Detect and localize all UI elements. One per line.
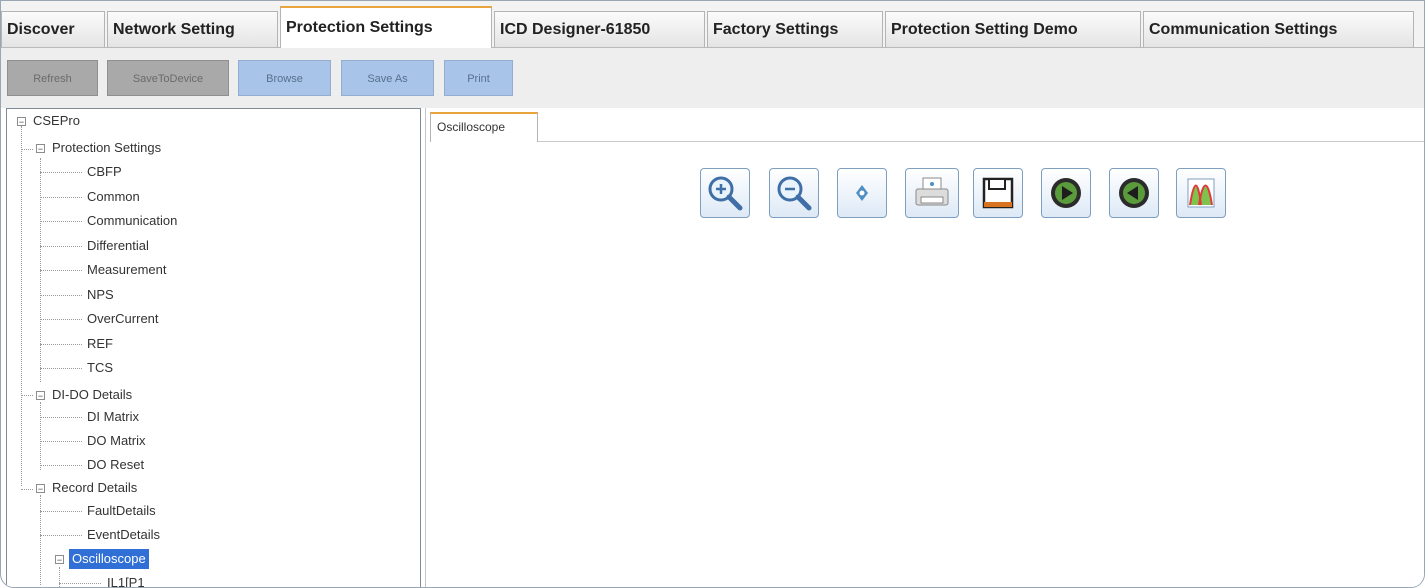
tree-item[interactable]: EventDetails (87, 525, 160, 545)
tab-protection-settings[interactable]: Protection Settings (280, 6, 492, 48)
tree-connector (40, 344, 82, 345)
save-icon[interactable] (973, 168, 1023, 218)
tree-connector (21, 395, 33, 396)
tree-connector (40, 402, 41, 470)
application-window: Discover Network Setting Protection Sett… (0, 0, 1425, 588)
tab-divider (538, 141, 1424, 142)
tree-connector (40, 319, 82, 320)
tree-connector (21, 489, 33, 490)
tab-factory-settings[interactable]: Factory Settings (707, 11, 883, 47)
tab-communication-settings[interactable]: Communication Settings (1143, 11, 1414, 47)
tree-node-oscilloscope[interactable]: Oscilloscope (69, 549, 149, 569)
tree-connector (59, 567, 60, 587)
tree-connector (40, 511, 82, 512)
zoom-in-icon[interactable] (700, 168, 750, 218)
zoom-out-icon[interactable] (769, 168, 819, 218)
tree-item[interactable]: FaultDetails (87, 501, 156, 521)
tree-item[interactable]: DI Matrix (87, 407, 139, 427)
tab-discover[interactable]: Discover (1, 11, 105, 47)
collapse-toggle-icon[interactable]: − (36, 144, 45, 154)
tree-connector (40, 295, 82, 296)
tree-connector (40, 535, 82, 536)
tree-connector (40, 197, 82, 198)
print-button[interactable]: Print (444, 60, 513, 96)
tree-item[interactable]: Common (87, 187, 140, 207)
tree-connector (21, 126, 22, 486)
tree-item[interactable]: DO Reset (87, 455, 144, 475)
tab-icd-designer[interactable]: ICD Designer-61850 (494, 11, 705, 47)
tree-item[interactable]: NPS (87, 285, 114, 305)
oscilloscope-panel: Oscilloscope (425, 108, 1424, 587)
navigation-tree-panel: − CSEPro − Protection Settings CBFP Comm… (6, 108, 421, 587)
tree-node-protection-settings[interactable]: Protection Settings (52, 138, 161, 158)
tree-connector (40, 172, 82, 173)
tree-item[interactable]: REF (87, 334, 113, 354)
tree-connector (40, 465, 82, 466)
tree-item[interactable]: Communication (87, 211, 177, 231)
save-to-device-button[interactable]: SaveToDevice (107, 60, 229, 96)
tree-item[interactable]: CBFP (87, 162, 122, 182)
previous-icon[interactable] (1109, 168, 1159, 218)
tab-protection-setting-demo[interactable]: Protection Setting Demo (885, 11, 1141, 47)
tree-connector (59, 583, 101, 584)
collapse-toggle-icon[interactable]: − (36, 484, 45, 494)
next-icon[interactable] (1041, 168, 1091, 218)
main-tab-strip: Discover Network Setting Protection Sett… (1, 1, 1424, 48)
browse-button[interactable]: Browse (238, 60, 331, 96)
tree-item[interactable]: IL1[P1 (107, 573, 145, 587)
tree-connector (40, 495, 41, 585)
tree-connector (40, 368, 82, 369)
collapse-toggle-icon[interactable]: − (17, 117, 26, 127)
tree-item[interactable]: TCS (87, 358, 113, 378)
save-as-button[interactable]: Save As (341, 60, 434, 96)
print-icon[interactable] (905, 168, 959, 218)
tree-item[interactable]: DO Matrix (87, 431, 146, 451)
tree-connector (40, 417, 82, 418)
refresh-button[interactable]: Refresh (7, 60, 98, 96)
tree-connector (40, 441, 82, 442)
toolbar: Refresh SaveToDevice Browse Save As Prin… (1, 48, 1424, 108)
tree-node-root[interactable]: CSEPro (33, 111, 80, 131)
tree-connector (21, 149, 33, 150)
tree-connector (40, 270, 82, 271)
tab-oscilloscope[interactable]: Oscilloscope (430, 112, 538, 142)
tree-node-record-details[interactable]: Record Details (52, 478, 137, 498)
tab-network-setting[interactable]: Network Setting (107, 11, 278, 47)
tree-item[interactable]: Measurement (87, 260, 166, 280)
tree-connector (40, 221, 82, 222)
tree-node-dido-details[interactable]: DI-DO Details (52, 385, 132, 405)
pan-icon[interactable] (837, 168, 887, 218)
tree-item[interactable]: Differential (87, 236, 149, 256)
waveform-icon[interactable] (1176, 168, 1226, 218)
tree-connector (40, 246, 82, 247)
collapse-toggle-icon[interactable]: − (36, 391, 45, 401)
collapse-toggle-icon[interactable]: − (55, 555, 64, 565)
tree-item[interactable]: OverCurrent (87, 309, 159, 329)
